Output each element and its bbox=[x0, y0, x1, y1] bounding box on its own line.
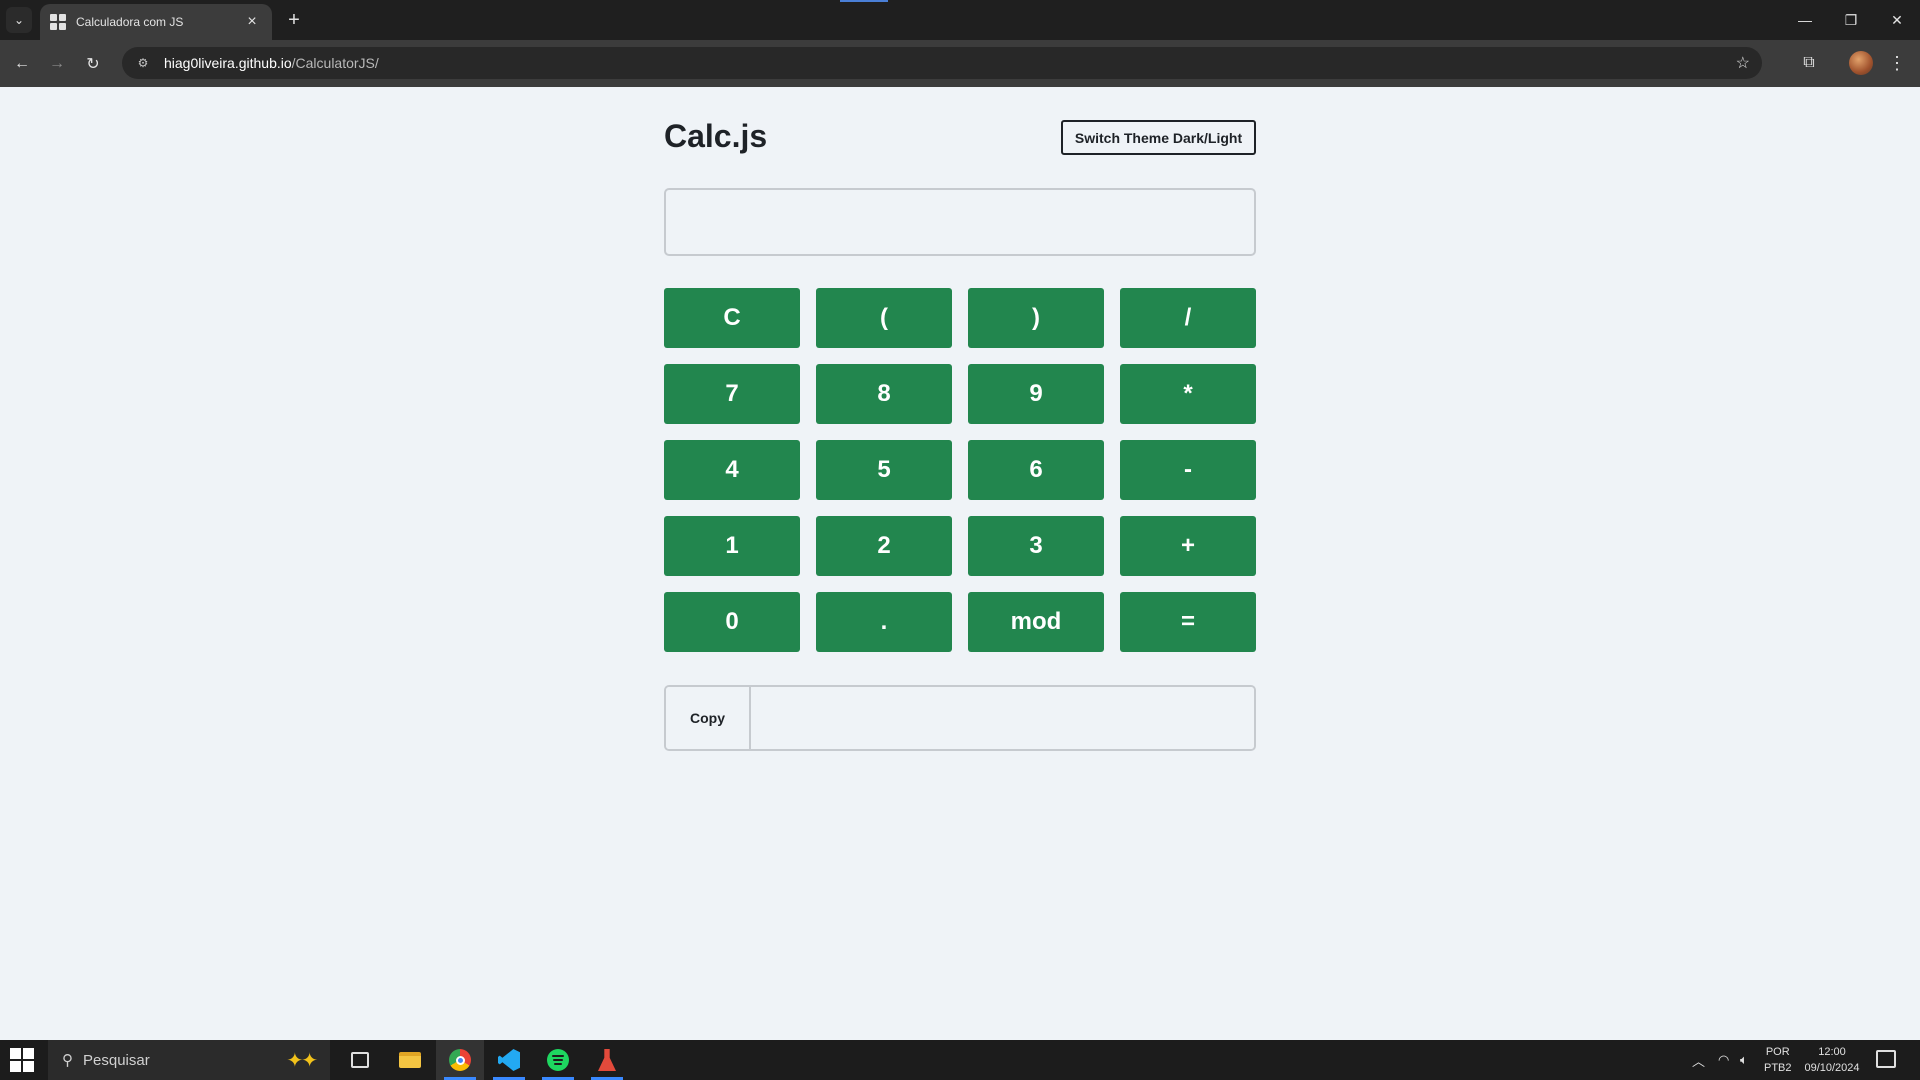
key-3-button[interactable]: 3 bbox=[968, 516, 1104, 576]
result-field[interactable] bbox=[751, 687, 1254, 749]
key-decimal-button[interactable]: . bbox=[816, 592, 952, 652]
key-clear-button[interactable]: C bbox=[664, 288, 800, 348]
windows-start-icon[interactable] bbox=[10, 1048, 34, 1072]
file-explorer-icon[interactable] bbox=[386, 1040, 434, 1080]
key-close-paren-button[interactable]: ) bbox=[968, 288, 1104, 348]
key-equals-button[interactable]: = bbox=[1120, 592, 1256, 652]
bookmark-star-icon[interactable]: ☆ bbox=[1736, 53, 1750, 73]
browser-tab[interactable]: Calculadora com JS × bbox=[40, 4, 272, 40]
tab-list-button[interactable]: ⌄ bbox=[6, 7, 32, 33]
key-8-button[interactable]: 8 bbox=[816, 364, 952, 424]
site-info-icon[interactable]: ⚙ bbox=[134, 54, 152, 72]
key-mod-button[interactable]: mod bbox=[968, 592, 1104, 652]
language-indicator[interactable]: POR PTB2 bbox=[1764, 1044, 1792, 1076]
key-subtract-button[interactable]: - bbox=[1120, 440, 1256, 500]
address-bar[interactable]: ⚙ hiag0liveira.github.io/CalculatorJS/ ☆ bbox=[122, 47, 1762, 79]
copy-button[interactable]: Copy bbox=[666, 687, 751, 749]
key-multiply-button[interactable]: * bbox=[1120, 364, 1256, 424]
search-placeholder: Pesquisar bbox=[83, 1051, 150, 1069]
key-9-button[interactable]: 9 bbox=[968, 364, 1104, 424]
key-7-button[interactable]: 7 bbox=[664, 364, 800, 424]
reload-button[interactable]: ↻ bbox=[79, 50, 107, 78]
forward-button[interactable]: → bbox=[43, 50, 71, 78]
new-tab-button[interactable]: + bbox=[282, 8, 306, 32]
key-1-button[interactable]: 1 bbox=[664, 516, 800, 576]
profile-avatar[interactable] bbox=[1848, 50, 1874, 76]
tab-favicon-icon bbox=[50, 14, 66, 30]
key-0-button[interactable]: 0 bbox=[664, 592, 800, 652]
tray-chevron-icon[interactable]: ︿ bbox=[1692, 1040, 1705, 1080]
key-5-button[interactable]: 5 bbox=[816, 440, 952, 500]
tab-close-icon[interactable]: × bbox=[242, 13, 262, 31]
clock-date: 09/10/2024 bbox=[1804, 1062, 1860, 1074]
close-window-button[interactable]: ✕ bbox=[1874, 0, 1920, 40]
keypad: C () / 7 8 9 * 4 5 6- 1 2 3 +0. mod = bbox=[664, 288, 1256, 652]
key-add-button[interactable]: + bbox=[1120, 516, 1256, 576]
clock[interactable]: 12:00 09/10/2024 bbox=[1800, 1044, 1864, 1076]
network-icon[interactable]: ◠ bbox=[1718, 1040, 1729, 1080]
git-tool-icon[interactable] bbox=[583, 1040, 631, 1080]
sparkles-icon: ✦✦ bbox=[286, 1049, 317, 1072]
top-drag-indicator bbox=[840, 0, 888, 2]
browser-menu-icon[interactable]: ⋮ bbox=[1884, 50, 1910, 76]
app-title: Calc.js bbox=[664, 118, 768, 154]
key-2-button[interactable]: 2 bbox=[816, 516, 952, 576]
window-controls: — ❐ ✕ bbox=[1782, 0, 1920, 40]
taskbar-search[interactable]: ⚲ Pesquisar ✦✦ bbox=[48, 1040, 330, 1080]
volume-icon[interactable]: 🔈︎ bbox=[1740, 1040, 1748, 1080]
key-open-paren-button[interactable]: ( bbox=[816, 288, 952, 348]
extensions-icon[interactable]: ⧉ bbox=[1796, 50, 1822, 76]
chrome-icon[interactable] bbox=[436, 1040, 484, 1080]
back-button[interactable]: ← bbox=[8, 50, 36, 78]
key-6-button[interactable]: 6 bbox=[968, 440, 1104, 500]
spotify-icon[interactable] bbox=[534, 1040, 582, 1080]
clock-time: 12:00 bbox=[1818, 1046, 1846, 1058]
key-divide-button[interactable]: / bbox=[1120, 288, 1256, 348]
switch-theme-button[interactable]: Switch Theme Dark/Light bbox=[1061, 120, 1256, 155]
result-copy-group: Copy bbox=[664, 685, 1256, 751]
notifications-icon[interactable] bbox=[1876, 1050, 1896, 1068]
search-icon: ⚲ bbox=[62, 1052, 73, 1069]
browser-tab-bar: ⌄ Calculadora com JS × + — ❐ ✕ bbox=[0, 0, 1920, 40]
taskbar: ⚲ Pesquisar ✦✦ ︿ ◠ 🔈︎ POR PTB2 12:00 09/… bbox=[0, 1040, 1920, 1080]
vscode-icon[interactable] bbox=[485, 1040, 533, 1080]
restore-button[interactable]: ❐ bbox=[1828, 0, 1874, 40]
task-view-icon[interactable] bbox=[336, 1040, 384, 1080]
key-4-button[interactable]: 4 bbox=[664, 440, 800, 500]
calculator-display[interactable] bbox=[664, 188, 1256, 256]
url-text[interactable]: hiag0liveira.github.io/CalculatorJS/ bbox=[164, 55, 379, 71]
tab-title: Calculadora com JS bbox=[76, 15, 184, 29]
minimize-button[interactable]: — bbox=[1782, 0, 1828, 40]
